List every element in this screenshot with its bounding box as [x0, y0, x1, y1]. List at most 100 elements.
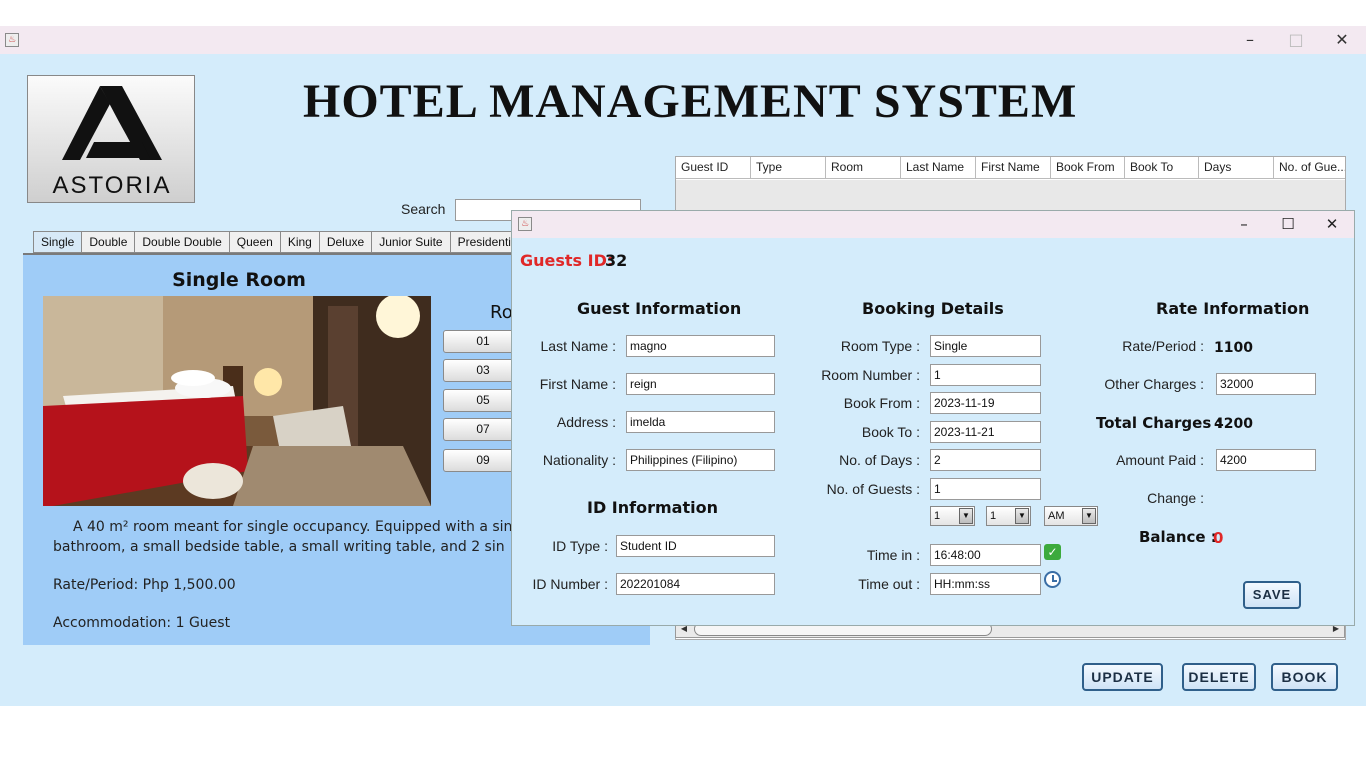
column-header[interactable]: Book To [1125, 157, 1199, 179]
other-charges-field[interactable]: 32000 [1216, 373, 1316, 395]
change-label: Change : [1147, 490, 1204, 506]
balance-value: 0 [1213, 529, 1224, 547]
id-type-label: ID Type : [552, 538, 608, 554]
delete-button[interactable]: DELETE [1182, 663, 1256, 691]
column-header[interactable]: Guest ID [676, 157, 751, 179]
chevron-down-icon[interactable]: ▼ [959, 508, 973, 524]
time-out-label: Time out : [858, 576, 920, 592]
ampm-select-value: AM [1048, 510, 1065, 522]
tab-junior-suite[interactable]: Junior Suite [372, 231, 451, 253]
guests-field[interactable]: 1 [930, 478, 1041, 500]
last-name-field[interactable]: magno [626, 335, 775, 357]
minute-select-value: 1 [990, 510, 997, 522]
time-out-field[interactable]: HH:mm:ss [930, 573, 1041, 595]
table-body [676, 180, 1345, 210]
room-type-tabs: Single Double Double Double Queen King D… [33, 231, 529, 253]
column-header[interactable]: No. of Gue... [1274, 157, 1345, 179]
guest-information-title: Guest Information [577, 299, 742, 318]
guest-id-value: 32 [605, 251, 628, 270]
id-type-field[interactable]: Student ID [616, 535, 775, 557]
tab-deluxe[interactable]: Deluxe [319, 231, 373, 253]
room-number-label: Room Number : [821, 367, 920, 383]
astoria-logo: ASTORIA [27, 75, 195, 203]
other-charges-label: Other Charges : [1104, 376, 1204, 392]
guests-label: No. of Guests : [826, 481, 920, 497]
id-number-field[interactable]: 202201084 [616, 573, 775, 595]
amount-paid-label: Amount Paid : [1116, 452, 1204, 468]
time-in-label: Time in : [866, 547, 920, 563]
maximize-icon[interactable]: □ [1274, 26, 1318, 54]
total-charges-value: 4200 [1214, 416, 1253, 432]
chevron-down-icon[interactable]: ▼ [1082, 508, 1096, 524]
room-rate: Rate/Period: Php 1,500.00 [53, 577, 236, 593]
column-header[interactable]: Days [1199, 157, 1274, 179]
book-button[interactable]: BOOK [1271, 663, 1338, 691]
column-header[interactable]: Last Name [901, 157, 976, 179]
room-number-field[interactable]: 1 [930, 364, 1041, 386]
book-from-field[interactable]: 2023-11-19 [930, 392, 1041, 414]
hour-select-value: 1 [934, 510, 941, 522]
clock-icon[interactable] [1044, 571, 1061, 588]
last-name-label: Last Name : [540, 338, 616, 354]
dialog-titlebar: ♨ – ☐ ✕ [512, 211, 1354, 238]
page-title: HOTEL MANAGEMENT SYSTEM [303, 75, 1078, 128]
room-title: Single Room [172, 269, 306, 291]
room-photo [43, 296, 431, 506]
book-from-label: Book From : [843, 395, 920, 411]
ampm-select[interactable]: AM ▼ [1044, 506, 1098, 526]
room-accommodation: Accommodation: 1 Guest [53, 615, 231, 631]
column-header[interactable]: Type [751, 157, 826, 179]
first-name-label: First Name : [539, 376, 616, 392]
column-header[interactable]: First Name [976, 157, 1051, 179]
nationality-field[interactable]: Philippines (Filipino) [626, 449, 775, 471]
amount-paid-field[interactable]: 4200 [1216, 449, 1316, 471]
close-icon[interactable]: ✕ [1320, 26, 1364, 54]
column-header[interactable]: Room [826, 157, 901, 179]
hour-select[interactable]: 1 ▼ [930, 506, 975, 526]
rooms-label: Ro [490, 302, 513, 323]
dialog-maximize-icon[interactable]: ☐ [1266, 211, 1310, 238]
room-type-field[interactable]: Single [930, 335, 1041, 357]
tab-double[interactable]: Double [82, 231, 136, 253]
rate-period-label: Rate/Period : [1122, 338, 1204, 354]
first-name-field[interactable]: reign [626, 373, 775, 395]
column-header[interactable]: Book From [1051, 157, 1125, 179]
minute-select[interactable]: 1 ▼ [986, 506, 1031, 526]
main-titlebar: ♨ – □ ✕ [0, 26, 1366, 54]
id-number-label: ID Number : [532, 576, 608, 592]
java-app-icon: ♨ [518, 217, 532, 231]
tab-queen[interactable]: Queen [229, 231, 281, 253]
logo-text: ASTORIA [52, 172, 172, 199]
tab-king[interactable]: King [280, 231, 320, 253]
update-button[interactable]: UPDATE [1082, 663, 1163, 691]
room-type-label: Room Type : [840, 338, 920, 354]
tab-double-double[interactable]: Double Double [135, 231, 230, 253]
dialog-minimize-icon[interactable]: – [1222, 211, 1266, 238]
logo-mark-icon [62, 86, 162, 160]
guest-id-label: Guests ID: [520, 251, 614, 270]
id-information-title: ID Information [587, 498, 718, 517]
address-label: Address : [556, 414, 616, 430]
nationality-label: Nationality : [542, 452, 616, 468]
rate-information-title: Rate Information [1156, 299, 1310, 318]
booking-dialog: ♨ – ☐ ✕ Guests ID: 32 Guest Information … [511, 210, 1355, 626]
minimize-icon[interactable]: – [1228, 26, 1272, 54]
balance-label: Balance : [1139, 528, 1217, 546]
tab-single[interactable]: Single [33, 231, 83, 253]
booking-details-title: Booking Details [862, 299, 1004, 318]
book-to-field[interactable]: 2023-11-21 [930, 421, 1041, 443]
rate-period-value: 1100 [1214, 340, 1253, 356]
total-charges-label: Total Charges : [1096, 414, 1223, 432]
time-in-field[interactable]: 16:48:00 [930, 544, 1041, 566]
address-field[interactable]: imelda [626, 411, 775, 433]
book-to-label: Book To : [861, 424, 920, 440]
java-app-icon: ♨ [5, 33, 19, 47]
days-label: No. of Days : [839, 452, 920, 468]
days-field[interactable]: 2 [930, 449, 1041, 471]
check-icon[interactable]: ✓ [1044, 544, 1061, 560]
chevron-down-icon[interactable]: ▼ [1015, 508, 1029, 524]
search-label: Search [401, 201, 446, 217]
table-header: Guest ID Type Room Last Name First Name … [676, 157, 1345, 179]
save-button[interactable]: SAVE [1243, 581, 1301, 609]
dialog-close-icon[interactable]: ✕ [1310, 211, 1354, 238]
